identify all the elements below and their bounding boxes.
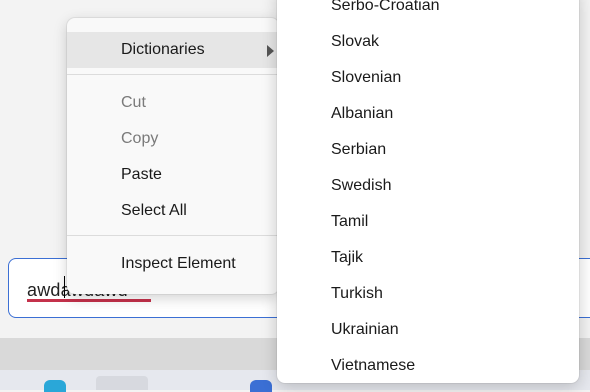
menu-item-label: Paste: [121, 166, 162, 183]
dictionary-label: Slovenian: [331, 69, 402, 86]
taskbar-app-icon[interactable]: [250, 380, 272, 392]
menu-item-paste[interactable]: Paste: [67, 157, 279, 193]
context-menu: Dictionaries Cut Copy Paste Select All I…: [67, 18, 279, 294]
dictionary-label: Turkish: [331, 285, 383, 302]
menu-item-select-all[interactable]: Select All: [67, 193, 279, 229]
dictionary-label: Swedish: [331, 177, 392, 194]
dictionary-item-slovenian[interactable]: Slovenian: [277, 60, 579, 96]
dictionary-label: Serbo-Croatian: [331, 0, 440, 14]
dictionary-label: Tajik: [331, 249, 364, 266]
dictionary-item-serbo-croatian[interactable]: Serbo-Croatian: [277, 0, 579, 24]
menu-item-copy[interactable]: Copy: [67, 121, 279, 157]
menu-item-label: Copy: [121, 130, 159, 147]
menu-item-label: Dictionaries: [121, 41, 205, 58]
dictionary-label: Serbian: [331, 141, 387, 158]
dictionary-item-vietnamese[interactable]: Vietnamese: [277, 348, 579, 383]
menu-separator: [67, 235, 279, 236]
dictionary-item-ukrainian[interactable]: Ukrainian: [277, 312, 579, 348]
spellcheck-underline: [27, 299, 151, 302]
dictionary-item-albanian[interactable]: Albanian: [277, 96, 579, 132]
text-caret: [64, 276, 65, 298]
dictionary-item-swedish[interactable]: Swedish: [277, 168, 579, 204]
dictionary-item-turkish[interactable]: Turkish: [277, 276, 579, 312]
menu-item-label: Select All: [121, 202, 187, 219]
dictionary-label: Vietnamese: [331, 357, 416, 374]
menu-separator: [67, 74, 279, 75]
menu-item-cut[interactable]: Cut: [67, 85, 279, 121]
dictionary-label: Tamil: [331, 213, 369, 230]
dictionaries-submenu: Serbo-Croatian Slovak Slovenian Albanian…: [277, 0, 579, 383]
taskbar-active-app[interactable]: [96, 376, 148, 390]
dictionary-label: Ukrainian: [331, 321, 399, 338]
chevron-right-icon: [267, 45, 274, 57]
menu-item-label: Cut: [121, 94, 146, 111]
dictionary-label: Albanian: [331, 105, 394, 122]
menu-item-dictionaries[interactable]: Dictionaries: [67, 32, 279, 68]
dictionary-item-slovak[interactable]: Slovak: [277, 24, 579, 60]
dictionary-item-tamil[interactable]: Tamil: [277, 204, 579, 240]
dictionary-item-serbian[interactable]: Serbian: [277, 132, 579, 168]
dictionary-label: Slovak: [331, 33, 380, 50]
taskbar-app-icon[interactable]: [44, 380, 66, 392]
menu-item-inspect-element[interactable]: Inspect Element: [67, 246, 279, 282]
dictionary-item-tajik[interactable]: Tajik: [277, 240, 579, 276]
menu-item-label: Inspect Element: [121, 255, 236, 272]
